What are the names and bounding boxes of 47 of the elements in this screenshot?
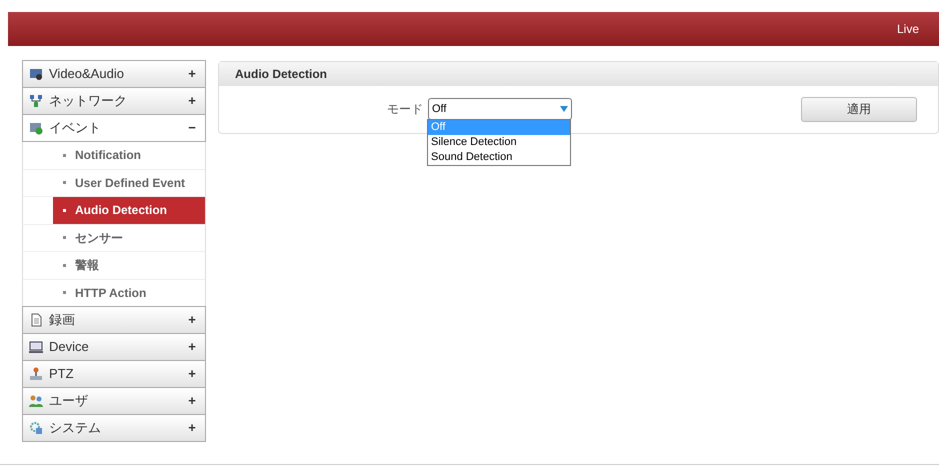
toggle-sign: +	[187, 65, 197, 84]
bullet-icon	[63, 208, 66, 212]
submenu-item[interactable]: Audio Detection	[53, 197, 205, 224]
bullet-icon	[63, 181, 66, 184]
panel-title: Audio Detection	[235, 66, 327, 83]
event-icon	[29, 121, 43, 135]
toggle-sign: +	[187, 365, 197, 384]
menu-label: システム	[49, 419, 102, 438]
menu-label: イベント	[49, 119, 102, 138]
mode-label: モード	[386, 101, 423, 118]
menu-item[interactable]: Device +	[22, 333, 206, 361]
gear-icon	[29, 421, 43, 435]
bullet-icon	[63, 291, 66, 294]
dropdown-option[interactable]: Silence Detection	[428, 135, 570, 150]
menu-item[interactable]: ネットワーク +	[22, 87, 206, 115]
dropdown-option[interactable]: Sound Detection	[428, 150, 570, 165]
joystick-icon	[29, 367, 43, 381]
menu-item[interactable]: PTZ +	[22, 360, 206, 388]
monitor-icon	[29, 340, 43, 354]
menu-item[interactable]: イベント −	[22, 114, 206, 142]
menu-item[interactable]: ユーザ +	[22, 387, 206, 415]
live-link[interactable]: Live	[896, 20, 919, 38]
menu-item[interactable]: 録画 +	[22, 306, 206, 334]
mode-select[interactable]: Off	[428, 98, 572, 120]
menu-item[interactable]: Video&Audio +	[22, 60, 206, 88]
caret-icon	[560, 106, 568, 112]
menu-label: Device	[49, 338, 90, 356]
video-camera-icon	[29, 67, 43, 81]
toggle-sign: +	[187, 311, 197, 330]
apply-button[interactable]: 適用	[801, 96, 917, 122]
toggle-sign: +	[187, 392, 197, 410]
bullet-icon	[63, 154, 66, 157]
menu-label: 録画	[49, 311, 76, 330]
menu-label: ネットワーク	[49, 92, 128, 110]
menu-label: ユーザ	[49, 392, 89, 410]
toggle-sign: −	[187, 119, 197, 138]
menu-item[interactable]: システム +	[22, 414, 206, 442]
users-icon	[29, 394, 43, 408]
toggle-sign: +	[187, 419, 197, 438]
toggle-sign: +	[187, 338, 197, 356]
bullet-icon	[63, 236, 66, 240]
network-icon	[29, 94, 43, 108]
toggle-sign: +	[187, 92, 197, 110]
menu-label: PTZ	[49, 365, 75, 384]
menu-label: Video&Audio	[49, 65, 125, 84]
bullet-icon	[63, 264, 66, 267]
document-icon	[29, 313, 43, 327]
